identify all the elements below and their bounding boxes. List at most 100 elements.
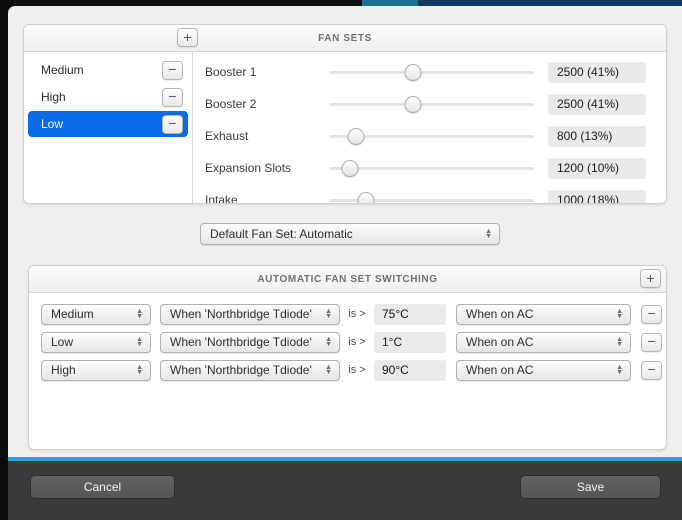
rule-power-select[interactable]: When on AC ▲ ▼ (456, 331, 631, 353)
chevron-updown-icon: ▲ ▼ (325, 364, 332, 376)
cancel-button-label: Cancel (83, 480, 122, 494)
fan-set-list: Medium − High − Low − (24, 52, 193, 203)
comparison-label: is > (348, 308, 366, 320)
chevron-updown-icon: ▲ ▼ (485, 228, 492, 240)
rule-fan-set-value: Low (51, 335, 74, 349)
slider-thumb[interactable] (347, 128, 365, 145)
rule-power-value: When on AC (466, 335, 534, 349)
fan-speed-slider[interactable] (329, 158, 534, 178)
rule-sensor-select[interactable]: When 'Northbridge Tdiode' ▲ ▼ (160, 331, 340, 353)
fan-set-item[interactable]: High − (28, 84, 188, 110)
remove-rule-button[interactable]: − (641, 332, 662, 352)
chevron-updown-icon: ▲ ▼ (325, 308, 332, 320)
automatic-switching-panel: AUTOMATIC FAN SET SWITCHING + Medium ▲ ▼ Wh… (28, 265, 667, 450)
fan-set-name: Medium (41, 63, 84, 77)
rule-row: Low ▲ ▼ When 'Northbridge Tdiode' ▲ ▼ is > 1°C W… (29, 328, 666, 356)
fan-speed-value[interactable]: 800 (13%) (548, 125, 646, 147)
remove-rule-button[interactable]: − (641, 360, 662, 380)
fan-name: Intake (205, 193, 238, 204)
rule-fan-set-select[interactable]: High ▲ ▼ (41, 359, 151, 381)
add-rule-button[interactable]: + (640, 269, 661, 288)
minus-glyph: − (168, 88, 177, 104)
fan-speed-value[interactable]: 1000 (18%) (548, 189, 646, 203)
fan-slider-row: Booster 2 2500 (41%) (193, 88, 666, 120)
slider-track (329, 103, 534, 106)
chevron-updown-icon: ▲ ▼ (325, 336, 332, 348)
save-button-label: Save (576, 480, 605, 494)
save-button[interactable]: Save (520, 475, 661, 499)
remove-fan-set-button[interactable]: − (162, 114, 183, 134)
slider-track (329, 71, 534, 74)
fan-set-item[interactable]: Medium − (28, 57, 188, 83)
remove-rule-button[interactable]: − (641, 304, 662, 324)
slider-thumb[interactable] (357, 192, 375, 203)
chevron-updown-icon: ▲ ▼ (136, 364, 143, 376)
minus-glyph: − (647, 333, 656, 349)
chevron-updown-icon: ▲ ▼ (616, 336, 623, 348)
fan-speed-slider[interactable] (329, 94, 534, 114)
automatic-switching-title: AUTOMATIC FAN SET SWITCHING (257, 274, 438, 285)
fan-speed-slider[interactable] (329, 126, 534, 146)
slider-thumb[interactable] (404, 96, 422, 113)
minus-icon: − (641, 304, 662, 324)
fan-speed-value[interactable]: 1200 (10%) (548, 157, 646, 179)
fan-name: Booster 1 (205, 65, 257, 79)
fan-speed-slider[interactable] (329, 62, 534, 82)
bottom-toolbar: Cancel Save (8, 461, 682, 520)
rule-power-value: When on AC (466, 363, 534, 377)
default-fan-set-value: Default Fan Set: Automatic (210, 227, 353, 241)
rule-sensor-select[interactable]: When 'Northbridge Tdiode' ▲ ▼ (160, 303, 340, 325)
rule-power-select[interactable]: When on AC ▲ ▼ (456, 303, 631, 325)
rule-power-select[interactable]: When on AC ▲ ▼ (456, 359, 631, 381)
rule-power-value: When on AC (466, 307, 534, 321)
chevron-updown-icon: ▲ ▼ (616, 308, 623, 320)
slider-thumb[interactable] (341, 160, 358, 177)
plus-icon: + (640, 269, 661, 288)
fan-name: Expansion Slots (205, 161, 292, 175)
fan-set-item[interactable]: Low − (28, 111, 188, 137)
cancel-button[interactable]: Cancel (30, 475, 175, 499)
remove-fan-set-button[interactable]: − (162, 60, 183, 80)
default-fan-set-select[interactable]: Default Fan Set: Automatic ▲ ▼ (200, 223, 500, 245)
rule-row: Medium ▲ ▼ When 'Northbridge Tdiode' ▲ ▼ is > 7… (29, 300, 666, 328)
fan-slider-row: Exhaust 800 (13%) (193, 120, 666, 152)
rule-sensor-select[interactable]: When 'Northbridge Tdiode' ▲ ▼ (160, 359, 340, 381)
fan-speed-value[interactable]: 2500 (41%) (548, 93, 646, 115)
fan-slider-row: Booster 1 2500 (41%) (193, 56, 666, 88)
minus-glyph: − (168, 61, 177, 77)
chevron-updown-icon: ▲ ▼ (136, 336, 143, 348)
fan-sets-panel: + FAN SETS Medium − High − Low − Booster 1 250… (23, 24, 667, 204)
fan-name: Exhaust (205, 129, 249, 143)
fan-slider-row: Intake 1000 (18%) (193, 184, 666, 204)
rule-list: Medium ▲ ▼ When 'Northbridge Tdiode' ▲ ▼ is > 7… (29, 293, 666, 384)
slider-track (329, 167, 534, 170)
fan-slider-list: Booster 1 2500 (41%) Booster 2 2500 (41%) Ex… (193, 52, 666, 203)
rule-threshold-input[interactable]: 1°C (374, 331, 446, 353)
fan-speed-value[interactable]: 2500 (41%) (548, 61, 646, 83)
minus-icon: − (641, 360, 662, 380)
fan-slider-row: Expansion Slots 1200 (10%) (193, 152, 666, 184)
slider-thumb[interactable] (404, 64, 422, 81)
rule-sensor-value: When 'Northbridge Tdiode' (170, 335, 312, 349)
remove-fan-set-button[interactable]: − (162, 87, 183, 107)
fan-set-name: Low (41, 117, 64, 131)
automatic-switching-header: AUTOMATIC FAN SET SWITCHING + (29, 266, 666, 293)
minus-glyph: − (168, 115, 177, 131)
fan-sets-body: Medium − High − Low − Booster 1 2500 (41%) Boos… (24, 52, 666, 203)
rule-fan-set-value: High (51, 363, 76, 377)
rule-fan-set-select[interactable]: Medium ▲ ▼ (41, 303, 151, 325)
rule-fan-set-select[interactable]: Low ▲ ▼ (41, 331, 151, 353)
chevron-updown-icon: ▲ ▼ (616, 364, 623, 376)
minus-icon: − (641, 332, 662, 352)
fan-speed-slider[interactable] (329, 190, 534, 203)
rule-sensor-value: When 'Northbridge Tdiode' (170, 363, 312, 377)
plus-glyph: + (646, 269, 655, 286)
rule-sensor-value: When 'Northbridge Tdiode' (170, 307, 312, 321)
comparison-label: is > (348, 364, 366, 376)
rule-row: High ▲ ▼ When 'Northbridge Tdiode' ▲ ▼ is > 90°… (29, 356, 666, 384)
comparison-label: is > (348, 336, 366, 348)
rule-threshold-input[interactable]: 90°C (374, 359, 446, 381)
fan-sets-title: FAN SETS (318, 33, 372, 44)
fan-sets-header: + FAN SETS (24, 25, 666, 52)
rule-threshold-input[interactable]: 75°C (374, 303, 446, 325)
